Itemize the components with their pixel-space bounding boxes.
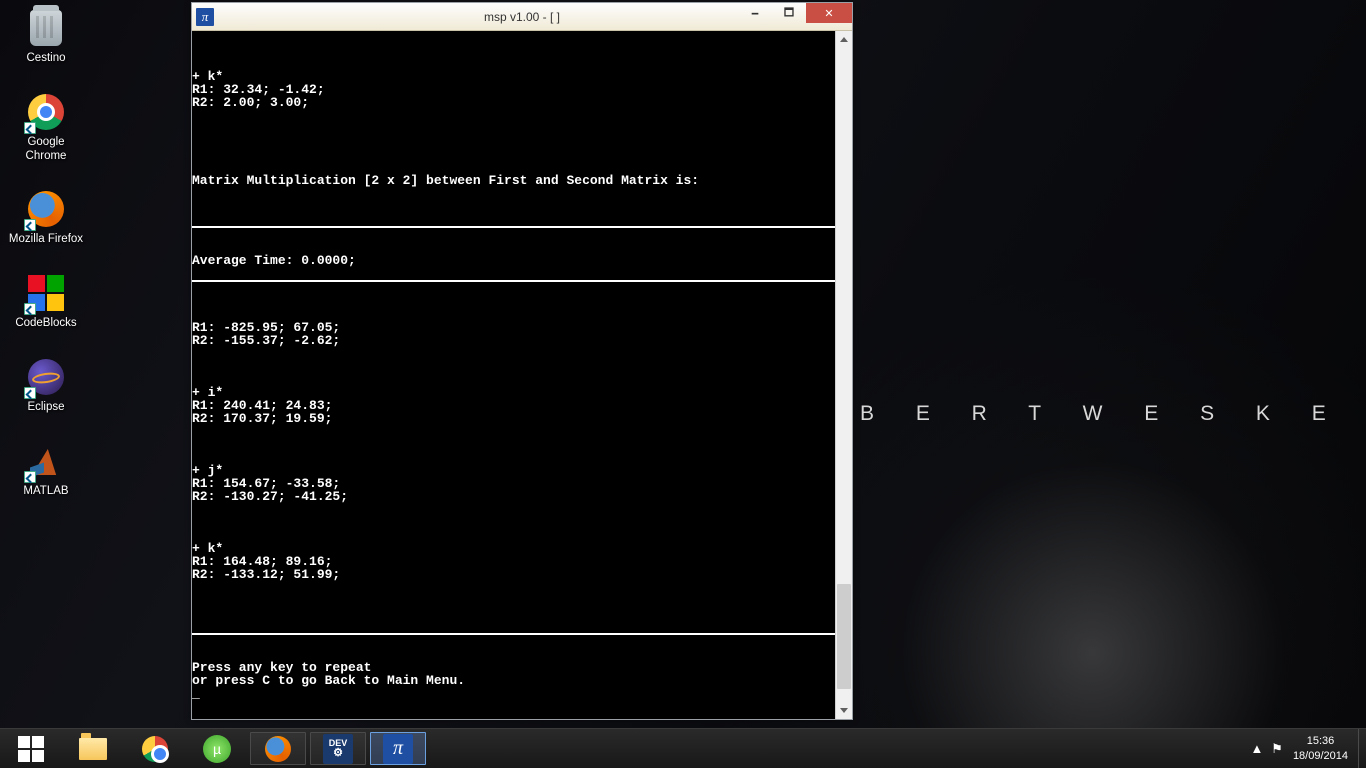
scroll-down-button[interactable] [836,702,852,719]
console-line [192,213,835,226]
desktop-icons-area: Cestino Google Chrome Mozilla Firefox CodeB… [6,8,86,525]
console-line [192,594,835,607]
console-line [192,295,835,308]
console-line: or press C to go Back to Main Menu. [192,674,835,687]
console-line [192,360,835,373]
console-line [192,425,835,438]
taskbar-item-explorer[interactable] [62,729,124,768]
console-line: R2: -155.37; -2.62; [192,334,835,347]
console-line [192,228,835,241]
console-line [192,135,835,148]
shortcut-overlay-icon [24,471,36,483]
maximize-button[interactable]: 🗖 [772,3,806,23]
console-line [192,200,835,213]
taskbar-items: µ DEV⚙ π [0,729,428,768]
taskbar-item-devcpp[interactable]: DEV⚙ [310,732,366,765]
console-line [192,373,835,386]
matlab-icon [26,441,66,481]
scroll-track[interactable] [836,48,852,702]
app-window-msp: π msp v1.00 - [ ] 🗕 🗖 ✕ + k*R1: 32.34; -… [191,2,853,720]
console-line: Matrix Multiplication [2 x 2] between Fi… [192,174,835,187]
window-body: + k*R1: 32.34; -1.42;R2: 2.00; 3.00; Mat… [192,31,852,719]
devcpp-icon: DEV⚙ [323,734,353,764]
console-line [192,109,835,122]
msp-icon: π [383,734,413,764]
trash-icon [26,8,66,48]
desktop-icon-eclipse[interactable]: Eclipse [6,357,86,415]
console-line [192,282,835,295]
console-line [192,148,835,161]
console-line: _ [192,687,835,700]
console-line [192,451,835,464]
taskbar-item-firefox[interactable] [250,732,306,765]
console-line: R2: 2.00; 3.00; [192,96,835,109]
clock-date: 18/09/2014 [1293,749,1348,763]
console-line [192,122,835,135]
console-line [192,607,835,620]
console-line [192,529,835,542]
clock-time: 15:36 [1293,734,1348,748]
vertical-scrollbar[interactable] [835,31,852,719]
desktop-icon-label: Eclipse [27,401,64,415]
console-line [192,31,835,44]
console-line [192,503,835,516]
console-line [192,267,835,280]
show-hidden-icons[interactable]: ▲ [1247,729,1267,768]
titlebar[interactable]: π msp v1.00 - [ ] 🗕 🗖 ✕ [192,3,852,31]
console-line [192,347,835,360]
desktop-icon-label: CodeBlocks [15,317,76,331]
eclipse-icon [26,357,66,397]
scroll-thumb[interactable] [837,584,851,689]
scroll-up-button[interactable] [836,31,852,48]
app-icon-pi: π [196,8,214,26]
console-line: Average Time: 0.0000; [192,254,835,267]
taskbar-item-msp[interactable]: π [370,732,426,765]
minimize-button[interactable]: 🗕 [738,3,772,23]
shortcut-overlay-icon [24,303,36,315]
console-line [192,57,835,70]
shortcut-overlay-icon [24,387,36,399]
shortcut-overlay-icon [24,122,36,134]
taskbar-clock[interactable]: 15:36 18/09/2014 [1287,734,1358,763]
desktop-icon-trash[interactable]: Cestino [6,8,86,66]
codeblocks-icon [26,273,66,313]
shortcut-overlay-icon [24,219,36,231]
console-line [192,581,835,594]
start-icon [16,734,46,764]
console-output[interactable]: + k*R1: 32.34; -1.42;R2: 2.00; 3.00; Mat… [192,31,835,719]
explorer-icon [78,734,108,764]
console-line [192,438,835,451]
console-line: R2: 170.37; 19.59; [192,412,835,425]
taskbar: µ DEV⚙ π ▲ ⚑ 15:36 18/09/2014 [0,728,1366,768]
close-button[interactable]: ✕ [806,3,852,23]
chrome-icon [26,92,66,132]
console-line [192,187,835,200]
desktop-icon-codeblocks[interactable]: CodeBlocks [6,273,86,331]
desktop-icon-label: Google Chrome [7,136,85,164]
utorrent-icon: µ [202,734,232,764]
desktop-icon-label: MATLAB [23,485,68,499]
firefox-icon [263,734,293,764]
firefox-icon [26,189,66,229]
console-line: R2: -133.12; 51.99; [192,568,835,581]
taskbar-item-chrome[interactable] [124,729,186,768]
console-line [192,44,835,57]
chrome-icon [140,734,170,764]
desktop-icon-label: Cestino [27,52,66,66]
action-center-icon[interactable]: ⚑ [1267,729,1287,768]
console-line: R2: -130.27; -41.25; [192,490,835,503]
window-buttons: 🗕 🗖 ✕ [738,3,852,23]
wallpaper-text: B E R T W E S K E R [860,402,1366,426]
taskbar-item-start[interactable] [0,729,62,768]
taskbar-item-utorrent[interactable]: µ [186,729,248,768]
desktop-icon-label: Mozilla Firefox [9,233,83,247]
desktop-icon-firefox[interactable]: Mozilla Firefox [6,189,86,247]
desktop-icon-matlab[interactable]: MATLAB [6,441,86,499]
show-desktop-button[interactable] [1358,729,1366,768]
console-line [192,516,835,529]
console-line [192,620,835,633]
desktop-icon-chrome[interactable]: Google Chrome [6,92,86,164]
system-tray: ▲ ⚑ 15:36 18/09/2014 [1247,729,1366,768]
console-line [192,635,835,648]
